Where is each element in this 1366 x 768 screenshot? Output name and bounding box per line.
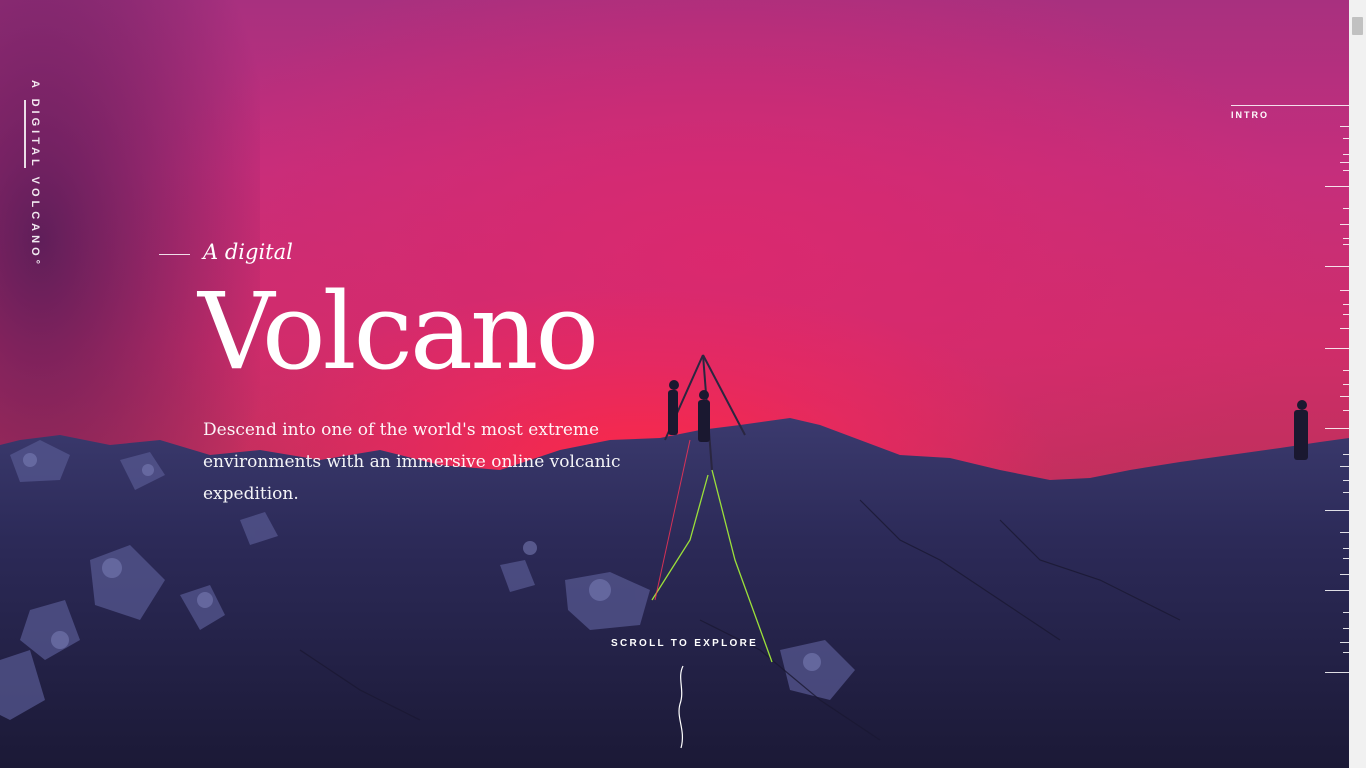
scroll-squiggle-icon[interactable] (674, 664, 690, 750)
page-scrollbar[interactable] (1349, 0, 1366, 768)
kicker-dash (159, 254, 190, 255)
timeline-minor-tick (1340, 162, 1349, 163)
scroll-to-explore-label[interactable]: SCROLL TO EXPLORE (611, 638, 758, 649)
timeline-minor-tick (1340, 224, 1349, 225)
brand-vertical-title[interactable]: A DIGITAL VOLCANO° (29, 80, 41, 268)
timeline-minor-tick (1340, 466, 1349, 467)
section-nav-line (1231, 105, 1349, 106)
timeline-major-tick (1325, 186, 1349, 187)
timeline-major-tick (1325, 510, 1349, 511)
timeline-major-tick (1325, 672, 1349, 673)
scrollbar-thumb[interactable] (1352, 17, 1363, 35)
timeline-minor-tick (1340, 396, 1349, 397)
timeline-major-tick (1325, 590, 1349, 591)
hero-description: Descend into one of the world's most ext… (203, 420, 621, 504)
timeline-major-tick (1325, 348, 1349, 349)
timeline-minor-tick (1340, 328, 1349, 329)
timeline-major-tick (1325, 428, 1349, 429)
brand-accent-line (24, 100, 26, 168)
timeline-major-tick (1325, 266, 1349, 267)
timeline-minor-tick (1340, 126, 1349, 127)
hero-title: Volcano (198, 270, 599, 393)
timeline-minor-tick (1340, 574, 1349, 575)
section-nav-intro[interactable]: INTRO (1231, 110, 1269, 120)
timeline-minor-tick (1340, 642, 1349, 643)
timeline-minor-tick (1340, 532, 1349, 533)
timeline-minor-tick (1340, 290, 1349, 291)
section-timeline[interactable] (1320, 118, 1349, 678)
hero-kicker: A digital (203, 240, 293, 264)
